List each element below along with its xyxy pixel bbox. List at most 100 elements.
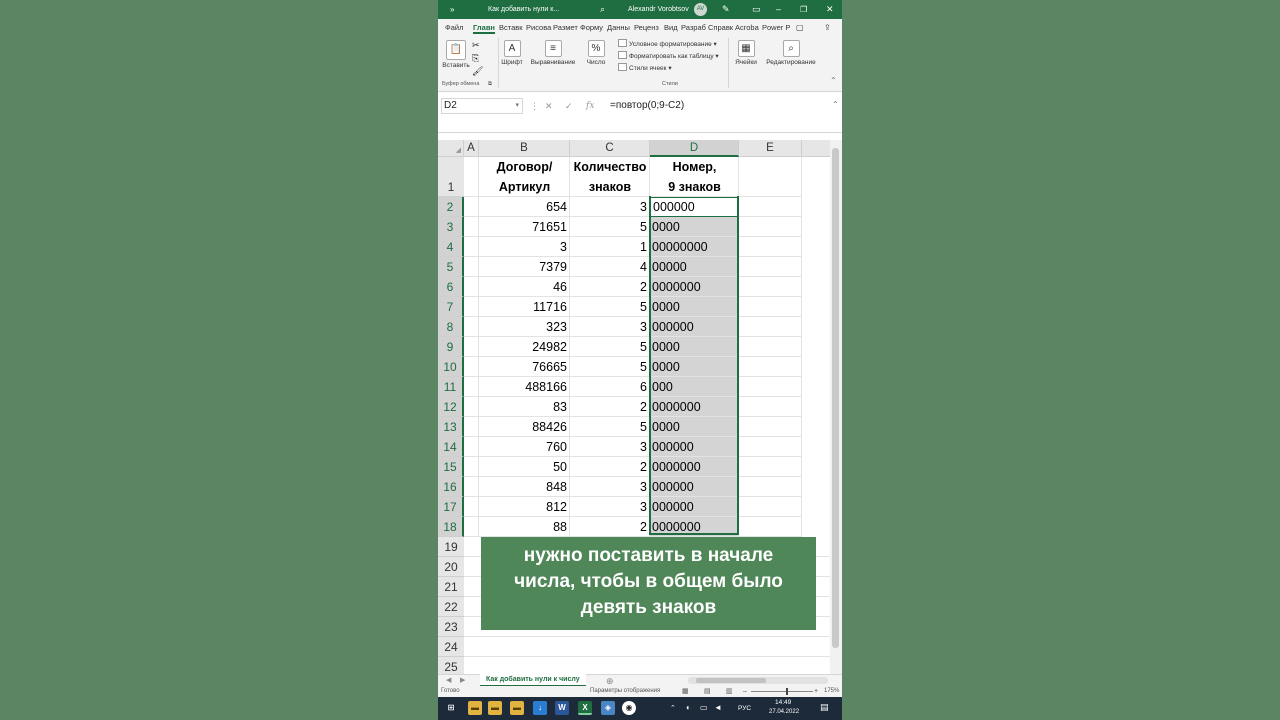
tab-power-pivot[interactable]: Power P [762,21,790,34]
tab-acrobat[interactable]: Acroba [735,21,759,34]
column-header-d[interactable]: D [650,140,739,157]
row-header[interactable]: 11 [438,377,464,397]
download-icon[interactable]: ↓ [533,701,547,715]
cell[interactable] [464,477,479,497]
scrollbar-thumb[interactable] [832,148,839,648]
tab-formulas[interactable]: Форму [580,21,603,34]
contract-cell[interactable]: 488166 [479,377,570,397]
pen-icon[interactable]: ✎ [722,0,730,19]
row-header[interactable]: 17 [438,497,464,517]
digits-cell[interactable]: 4 [570,257,650,277]
close-icon[interactable]: ✕ [826,0,834,19]
number-button[interactable]: % Число [581,40,611,66]
battery-icon[interactable]: ▭ [700,703,708,712]
cell[interactable] [464,157,479,197]
alignment-button[interactable]: ≡ Выравнивание [528,40,578,66]
resize-handle-icon[interactable]: ⋮ [530,98,539,114]
zoom-out-icon[interactable]: – [743,686,747,697]
row-header[interactable]: 13 [438,417,464,437]
column-header-f[interactable] [802,140,830,157]
number-cell[interactable]: 0000 [650,217,739,237]
page-break-icon[interactable]: ▥ [726,686,733,697]
digits-cell[interactable]: 3 [570,497,650,517]
notifications-icon[interactable]: ▤ [820,702,829,713]
horizontal-scrollbar[interactable] [688,677,828,684]
editing-button[interactable]: ⌕ Редактирование [763,40,819,66]
number-cell[interactable]: 0000000 [650,517,739,537]
contract-cell[interactable]: 11716 [479,297,570,317]
folder-icon[interactable]: ▬ [488,701,502,715]
cell[interactable] [464,397,479,417]
digits-cell[interactable]: 5 [570,337,650,357]
row-header[interactable]: 10 [438,357,464,377]
digits-cell[interactable]: 5 [570,217,650,237]
ribbon-display-icon[interactable]: ▭ [752,0,761,19]
digits-cell[interactable]: 3 [570,437,650,457]
chevron-down-icon[interactable]: ▾ [515,99,519,113]
tab-view[interactable]: Вид [664,21,678,34]
select-all-corner[interactable]: ◢ [438,140,464,157]
contract-cell[interactable]: 323 [479,317,570,337]
minimize-icon[interactable]: – [776,0,781,19]
enter-icon[interactable]: ✓ [565,98,573,114]
folder-icon[interactable]: ▬ [510,701,524,715]
row-header[interactable]: 7 [438,297,464,317]
formula-input[interactable]: =повтор(0;9-C2) [610,98,684,114]
number-cell[interactable]: 0000000 [650,277,739,297]
number-cell[interactable]: 0000 [650,417,739,437]
collapse-ribbon-icon[interactable]: ⌃ [830,76,837,85]
cells-button[interactable]: ▦ Ячейки [731,40,761,66]
cell[interactable] [464,337,479,357]
header-cell-digits[interactable]: Количество знаков [570,157,650,197]
cell[interactable] [739,257,802,277]
row-header[interactable]: 19 [438,537,464,557]
expand-icon[interactable]: » [450,0,454,19]
digits-cell[interactable]: 5 [570,297,650,317]
cell[interactable] [739,457,802,477]
zoom-slider-thumb[interactable] [786,688,788,695]
cell[interactable] [739,297,802,317]
worksheet-grid[interactable]: ◢ A B C D E 1 Договор/ Артикул Количеств… [438,140,830,674]
contract-cell[interactable]: 50 [479,457,570,477]
contract-cell[interactable]: 3 [479,237,570,257]
contract-cell[interactable]: 46 [479,277,570,297]
digits-cell[interactable]: 2 [570,517,650,537]
share-icon[interactable]: ⇪ [824,21,831,34]
cell[interactable] [739,277,802,297]
tab-draw[interactable]: Рисова [526,21,551,34]
column-header-e[interactable]: E [739,140,802,157]
cut-icon[interactable]: ✂ [472,40,480,51]
number-cell[interactable]: 00000 [650,257,739,277]
zoom-level[interactable]: 175% [824,686,839,697]
cell[interactable] [739,397,802,417]
chrome-icon[interactable]: ◉ [622,701,636,715]
cell[interactable] [739,417,802,437]
cell[interactable] [739,157,802,197]
contract-cell[interactable]: 88426 [479,417,570,437]
row-header[interactable]: 3 [438,217,464,237]
format-as-table-button[interactable]: Форматировать как таблицу ▾ [618,51,719,62]
row-header[interactable]: 15 [438,457,464,477]
cancel-icon[interactable]: ✕ [545,98,553,114]
cell[interactable] [464,277,479,297]
tab-review[interactable]: Реценз [634,21,659,34]
start-icon[interactable]: ⊞ [444,701,458,715]
digits-cell[interactable]: 5 [570,417,650,437]
excel-icon[interactable]: X [578,701,592,715]
restore-icon[interactable]: ❐ [800,0,807,19]
tray-chevron-icon[interactable]: ⌃ [670,704,676,712]
number-cell[interactable]: 000000 [650,477,739,497]
number-cell[interactable]: 0000000 [650,457,739,477]
contract-cell[interactable]: 7379 [479,257,570,277]
paste-button[interactable]: 📋 Вставить [441,40,471,69]
digits-cell[interactable]: 1 [570,237,650,257]
vertical-scrollbar[interactable] [830,140,842,674]
row-header[interactable]: 16 [438,477,464,497]
row-header[interactable]: 2 [438,197,464,217]
clock-date[interactable]: 27.04.2022 [769,709,799,715]
digits-cell[interactable]: 6 [570,377,650,397]
contract-cell[interactable]: 83 [479,397,570,417]
number-cell[interactable]: 000000 [650,437,739,457]
digits-cell[interactable]: 2 [570,397,650,417]
contract-cell[interactable]: 654 [479,197,570,217]
